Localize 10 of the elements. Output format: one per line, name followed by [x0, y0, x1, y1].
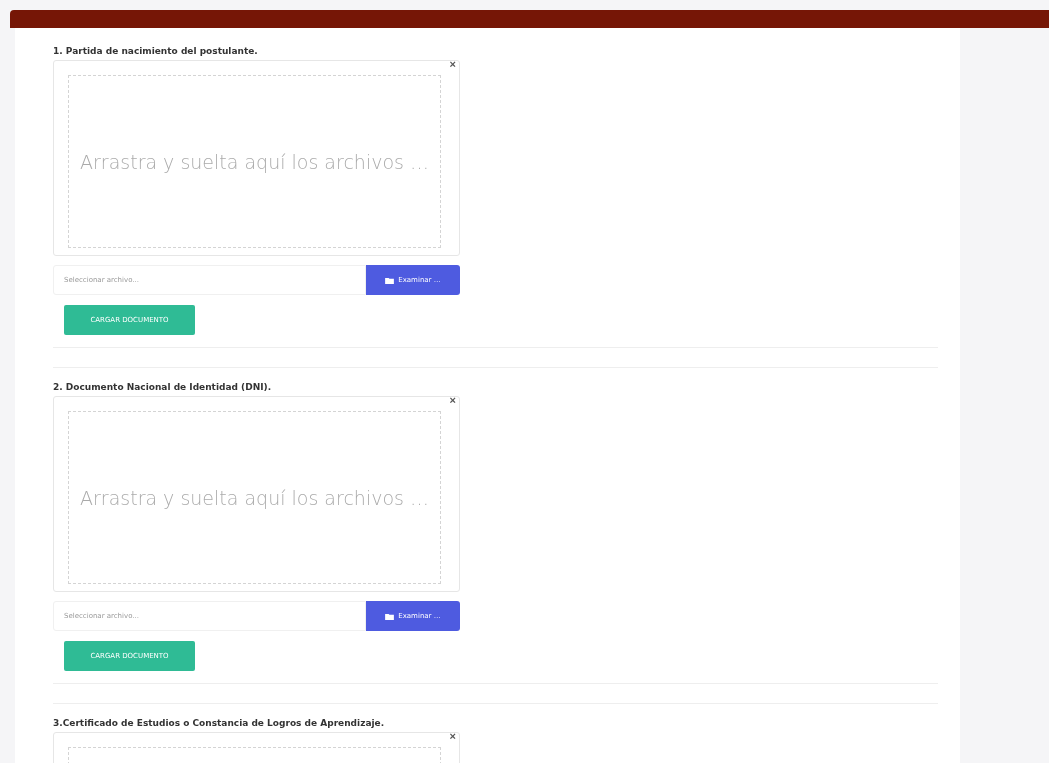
- folder-icon: [385, 612, 395, 620]
- drop-zone-text: Arrastra y suelta aquí los archivos …: [80, 150, 429, 173]
- close-button[interactable]: ×: [449, 395, 456, 406]
- section-title: 3.Certificado de Estudios o Constancia de Logros de Aprendizaje.: [53, 718, 386, 728]
- folder-icon: [385, 276, 395, 284]
- section-title: 2. Documento Nacional de Identidad (DNI).: [53, 382, 273, 392]
- close-button[interactable]: ×: [449, 731, 456, 742]
- drop-zone-text: Arrastra y suelta aquí los archivos …: [80, 486, 429, 509]
- section-title: 1. Partida de nacimiento del postulante.: [53, 46, 259, 56]
- close-button[interactable]: ×: [449, 59, 456, 70]
